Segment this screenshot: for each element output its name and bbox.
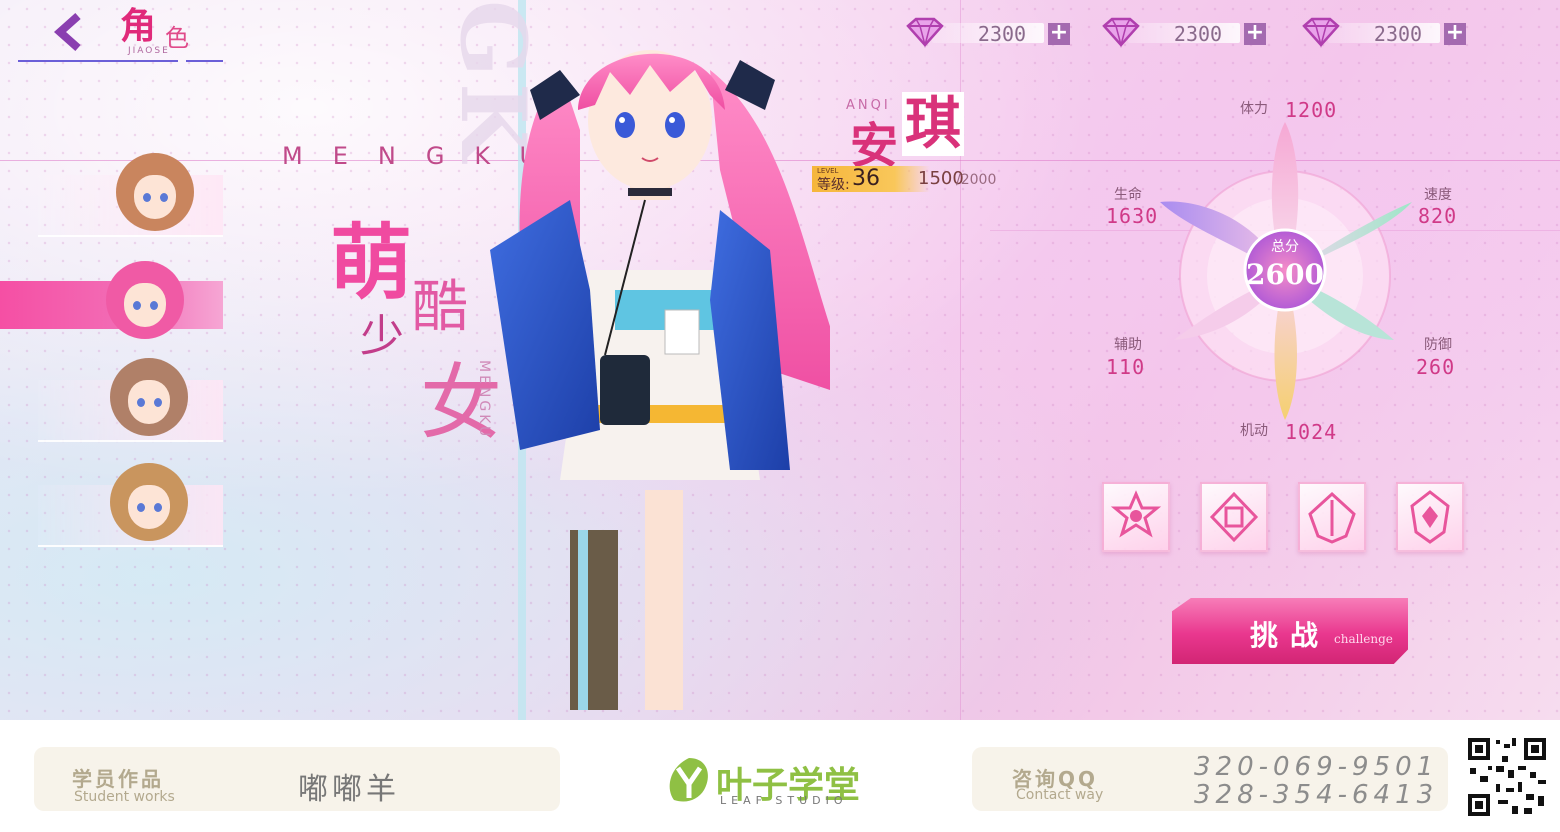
skill-button-3[interactable] xyxy=(1298,482,1366,552)
portrait-eye xyxy=(137,503,145,512)
crest-skill-icon xyxy=(1410,490,1450,544)
character-slot-1[interactable] xyxy=(38,153,223,237)
portrait-face xyxy=(128,380,170,424)
stat-stamina-value: 1200 xyxy=(1285,98,1338,122)
currency-gem-1: 2300 + xyxy=(902,16,1072,48)
character-slot-3[interactable] xyxy=(38,358,223,442)
add-currency-button[interactable]: + xyxy=(1444,22,1466,45)
skill-button-4[interactable] xyxy=(1396,482,1464,552)
portrait-eye xyxy=(160,193,168,202)
currency-value: 2300 xyxy=(1173,22,1223,46)
currency-value: 2300 xyxy=(977,22,1027,46)
currency-value: 2300 xyxy=(1373,22,1423,46)
currency-gem-2: 2300 + xyxy=(1098,16,1268,48)
character-portrait xyxy=(106,261,184,339)
currency-gem-3: 2300 + xyxy=(1298,16,1468,48)
character-slot-2-selected[interactable] xyxy=(0,261,223,339)
stat-assist-label: 辅助 xyxy=(1114,337,1142,353)
stat-speed-label: 速度 xyxy=(1424,187,1452,203)
character-portrait xyxy=(116,153,194,231)
student-name: 嘟嘟羊 xyxy=(298,772,400,807)
level-value: 36 xyxy=(852,166,880,191)
portrait-eye xyxy=(133,301,141,310)
cube-skill-icon xyxy=(1209,491,1259,543)
footer-bar: 学员作品 Student works 嘟嘟羊 叶子学堂 LEAF STUDIO … xyxy=(0,720,1560,832)
challenge-button-label[interactable]: 挑战 xyxy=(1250,614,1330,654)
diamond-gem-icon xyxy=(1302,17,1340,48)
add-currency-button[interactable]: + xyxy=(1048,22,1070,45)
page-title-en: JIAOSE xyxy=(128,46,170,56)
total-score-value: 2600 xyxy=(1246,258,1324,291)
game-scene: GK 角 色 JIAOSE 2300 + 2300 + 2300 + MENGK… xyxy=(0,0,1560,720)
stat-mobility-label: 机动 xyxy=(1240,423,1268,439)
character-name-cn-highlight: 琪 xyxy=(902,92,964,156)
stat-speed-value: 820 xyxy=(1418,204,1458,228)
skill-button-1[interactable] xyxy=(1102,482,1170,552)
add-currency-button[interactable]: + xyxy=(1244,22,1266,45)
portrait-eye xyxy=(143,193,151,202)
portrait-face xyxy=(134,175,176,219)
student-works-box: 学员作品 Student works xyxy=(34,747,560,811)
back-button[interactable] xyxy=(48,10,92,54)
stat-mobility-value: 1024 xyxy=(1285,420,1338,444)
diamond-gem-icon xyxy=(1102,17,1140,48)
skill-button-2[interactable] xyxy=(1200,482,1268,552)
character-illustration xyxy=(490,50,830,710)
leaf-logo-icon xyxy=(669,758,708,802)
exp-max: /2000 xyxy=(956,172,997,188)
logo-subtext: LEAF STUDIO xyxy=(720,794,848,807)
stat-life-value: 1630 xyxy=(1106,204,1159,228)
star-skill-icon xyxy=(1110,490,1162,538)
total-score-label: 总分 xyxy=(1271,239,1299,255)
deco-meng-char: 萌 xyxy=(330,215,413,311)
stat-defense-label: 防御 xyxy=(1424,337,1452,353)
portrait-eye xyxy=(137,398,145,407)
deco-shao-char: 少 xyxy=(360,311,404,362)
level-label: 等级: xyxy=(817,177,850,193)
character-portrait xyxy=(110,463,188,541)
contact-qq-2: 328-354-6413 xyxy=(1194,780,1439,810)
stat-life-label: 生命 xyxy=(1114,187,1142,203)
chevron-left-icon xyxy=(53,13,81,51)
arrow-skill-icon xyxy=(1308,491,1356,544)
contact-sub: Contact way xyxy=(1016,787,1104,803)
stat-assist-value: 110 xyxy=(1106,355,1146,379)
challenge-button-sublabel: challenge xyxy=(1334,632,1393,646)
student-works-sub: Student works xyxy=(74,789,175,805)
qr-code-icon xyxy=(1466,736,1548,818)
character-portrait xyxy=(110,358,188,436)
title-underline xyxy=(18,60,223,62)
portrait-eye xyxy=(150,301,158,310)
portrait-face xyxy=(124,283,166,327)
portrait-eye xyxy=(154,503,162,512)
character-slot-4[interactable] xyxy=(38,463,223,547)
contact-qq-1: 320-069-9501 xyxy=(1194,752,1439,782)
student-works-title: 学员作品 xyxy=(72,767,164,791)
stat-defense-value: 260 xyxy=(1416,355,1456,379)
deco-ku-char: 酷 xyxy=(412,275,468,340)
page-title: 角 xyxy=(120,5,157,47)
portrait-face xyxy=(128,485,170,529)
stat-stamina-label: 体力 xyxy=(1240,101,1268,117)
portrait-eye xyxy=(154,398,162,407)
diamond-gem-icon xyxy=(906,17,944,48)
